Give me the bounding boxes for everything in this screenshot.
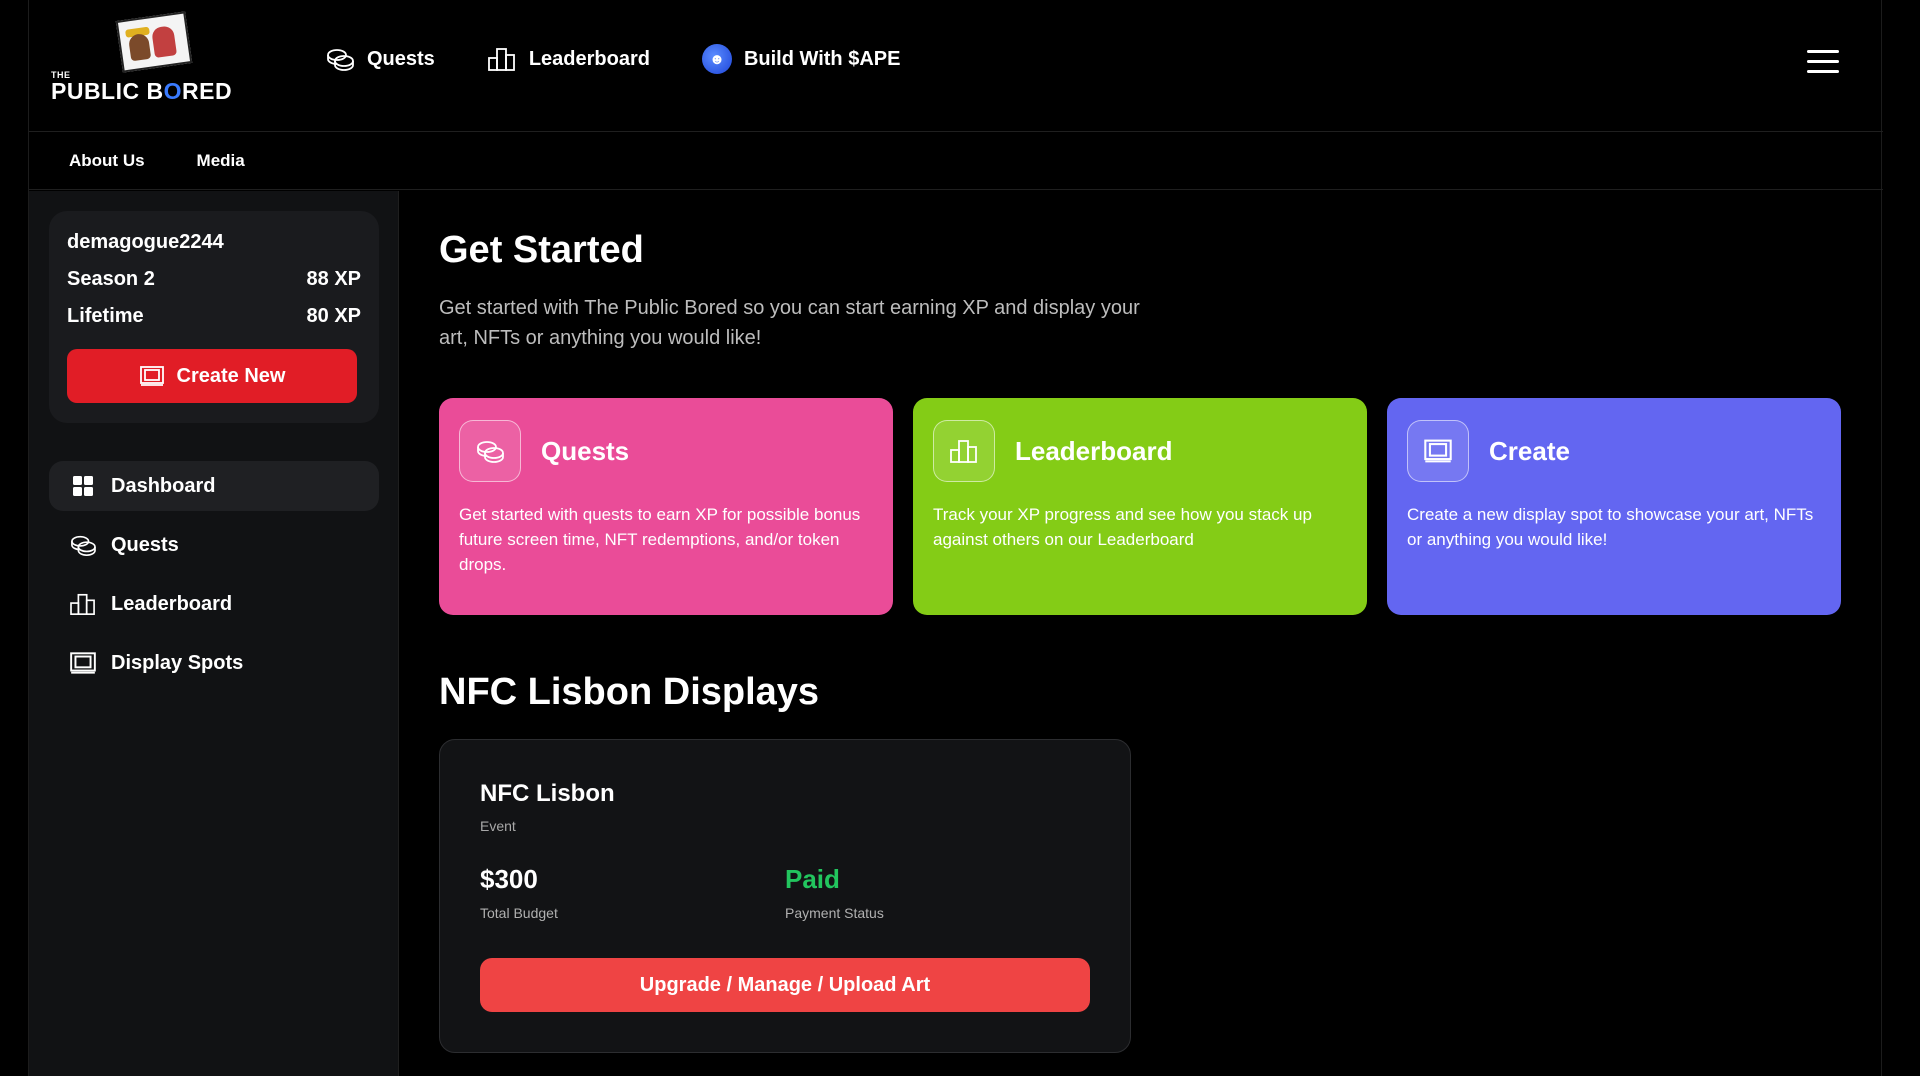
card-description: Create a new display spot to showcase yo… <box>1407 505 1814 549</box>
display-name: NFC Lisbon <box>480 780 615 807</box>
coins-icon <box>71 535 96 556</box>
top-header: THE PUBLIC BORED Quests Leaderboard ☻ Bu… <box>29 0 1883 132</box>
season-xp-row: Season 2 88 XP <box>67 268 361 291</box>
lifetime-label: Lifetime <box>67 305 144 327</box>
create-new-button[interactable]: Create New <box>67 349 357 403</box>
leaderboard-icon <box>933 420 995 482</box>
page-title: Get Started <box>439 229 644 271</box>
app-frame: THE PUBLIC BORED Quests Leaderboard ☻ Bu… <box>28 0 1883 1076</box>
card-title: Leaderboard <box>1015 436 1173 466</box>
payment-stat: Paid Payment Status <box>785 864 1090 921</box>
coins-icon <box>459 420 521 482</box>
card-title: Create <box>1489 436 1570 466</box>
sidebar-item-label: Dashboard <box>111 474 216 497</box>
topnav-quests-label: Quests <box>367 47 435 70</box>
display-icon <box>139 366 164 386</box>
top-nav: Quests Leaderboard ☻ Build With $APE <box>325 44 900 74</box>
sidebar-item-label: Display Spots <box>111 651 244 674</box>
lifetime-xp-row: Lifetime 80 XP <box>67 305 361 328</box>
sidebar-item-label: Quests <box>111 533 179 556</box>
subnav-media[interactable]: Media <box>197 151 245 171</box>
feature-cards: Quests Get started with quests to earn X… <box>439 398 1841 615</box>
topnav-quests[interactable]: Quests <box>325 46 435 72</box>
sidebar-menu: Dashboard Quests Leaderboard Display Spo… <box>49 461 379 697</box>
logo-billboard-icon <box>115 11 193 73</box>
budget-value: $300 <box>480 864 538 894</box>
season-label: Season 2 <box>67 268 155 290</box>
topnav-build-label: Build With $APE <box>743 47 901 70</box>
budget-label: Total Budget <box>480 905 558 921</box>
sidebar-item-leaderboard[interactable]: Leaderboard <box>49 579 379 629</box>
sidebar-item-dashboard[interactable]: Dashboard <box>49 461 379 511</box>
sidebar-item-quests[interactable]: Quests <box>49 520 379 570</box>
sidebar-item-label: Leaderboard <box>111 592 233 615</box>
quests-card[interactable]: Quests Get started with quests to earn X… <box>439 398 893 615</box>
coins-icon <box>327 49 354 71</box>
payment-status-value: Paid <box>785 864 840 894</box>
username: demagogue2244 <box>67 231 224 253</box>
subnav-about-us[interactable]: About Us <box>69 151 145 171</box>
sidebar-item-display-spots[interactable]: Display Spots <box>49 638 379 688</box>
create-card[interactable]: Create Create a new display spot to show… <box>1387 398 1841 615</box>
display-stats: $300 Total Budget Paid Payment Status <box>480 864 1090 921</box>
upgrade-manage-upload-button[interactable]: Upgrade / Manage / Upload Art <box>480 958 1090 1012</box>
payment-status-label: Payment Status <box>785 905 884 921</box>
display-icon <box>1407 420 1469 482</box>
leaderboard-icon <box>70 593 95 615</box>
season-xp-value: 88 XP <box>306 268 361 290</box>
topnav-leaderboard[interactable]: Leaderboard <box>487 46 650 72</box>
section-title: NFC Lisbon Displays <box>439 671 820 713</box>
budget-stat: $300 Total Budget <box>480 864 785 921</box>
card-description: Get started with quests to earn XP for p… <box>459 505 861 574</box>
intro-text: Get started with The Public Bored so you… <box>439 297 1140 349</box>
topnav-build-with-ape[interactable]: ☻ Build With $APE <box>701 44 901 74</box>
secondary-nav: About Us Media <box>29 132 1883 190</box>
display-icon <box>70 652 96 674</box>
profile-card: demagogue2244 Season 2 88 XP Lifetime 80… <box>49 211 379 423</box>
sidebar: demagogue2244 Season 2 88 XP Lifetime 80… <box>29 191 399 1076</box>
leaderboard-icon <box>487 48 515 71</box>
ape-coin-icon: ☻ <box>701 44 732 74</box>
lifetime-xp-value: 80 XP <box>306 305 361 327</box>
leaderboard-card[interactable]: Leaderboard Track your XP progress and s… <box>913 398 1367 615</box>
display-type: Event <box>480 818 516 834</box>
logo-wordmark: PUBLIC BORED <box>51 78 233 104</box>
card-title: Quests <box>541 436 630 466</box>
brand-logo[interactable]: THE PUBLIC BORED <box>49 11 233 104</box>
main-content: Get Started Get started with The Public … <box>439 191 1859 1076</box>
card-description: Track your XP progress and see how you s… <box>933 505 1312 549</box>
dashboard-icon <box>73 476 93 496</box>
create-new-label: Create New <box>176 364 286 387</box>
display-spot-card: NFC Lisbon Event $300 Total Budget Paid … <box>439 739 1131 1053</box>
hamburger-menu-icon[interactable] <box>1807 50 1839 74</box>
topnav-leaderboard-label: Leaderboard <box>528 47 650 70</box>
